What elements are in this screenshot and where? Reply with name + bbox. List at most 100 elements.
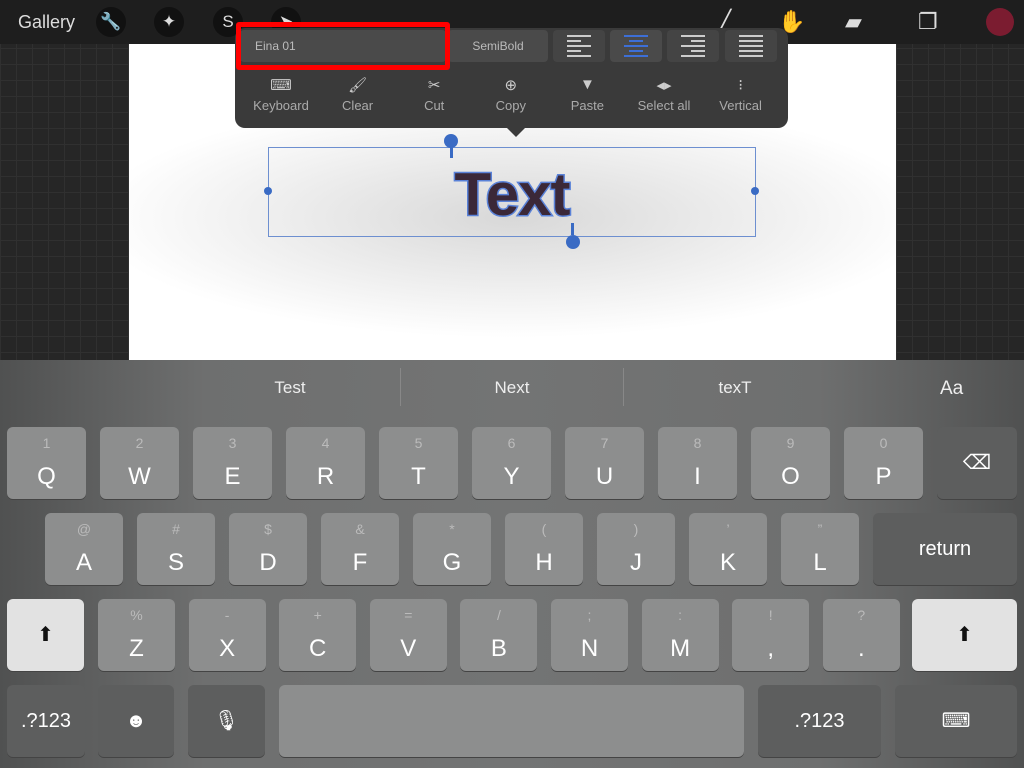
key-r[interactable]: 4R [286,427,365,499]
key-y[interactable]: 6Y [472,427,551,499]
action-label: Vertical [719,98,762,113]
numbers-label: .?123 [20,710,72,732]
key-primary: S [167,549,184,576]
selection-start-handle[interactable] [444,134,458,148]
numbers-key-left[interactable]: .?123 [7,685,85,757]
action-select-all-button[interactable]: ◂▸ Select all [626,76,702,113]
numbers-key-right[interactable]: .?123 [758,685,881,757]
hide-keyboard-key[interactable]: ⌨ [895,685,1017,757]
align-center-button[interactable] [610,30,662,62]
eraser-icon[interactable]: ▰ [845,8,862,36]
key-n[interactable]: ; N [551,599,628,671]
key-primary: J [630,549,642,576]
color-picker-button[interactable] [986,8,1014,36]
suggestion-3[interactable]: texT [624,378,846,398]
key-m[interactable]: :M [641,599,719,671]
key-c[interactable]: + C [279,599,357,671]
key-primary: H [535,549,553,576]
key-primary: . [857,635,865,662]
dictation-key[interactable]: 🎙 [188,685,265,757]
key-comma[interactable]: !, [732,599,810,671]
paste-icon: ▼ [579,76,595,93]
key-primary: Q [37,463,56,490]
align-left-button[interactable] [553,30,605,62]
key-primary: D [259,549,277,576]
key-period[interactable]: ?. [822,599,900,671]
emoji-icon: ☻ [125,710,147,732]
delete-key[interactable]: ⌫ [937,427,1017,499]
justify-button[interactable] [725,30,777,62]
key-primary: P [875,463,892,490]
shift-icon: ⬆ [37,624,54,646]
align-right-button[interactable] [667,30,719,62]
key-v[interactable]: = V [369,599,447,671]
font-weight-field[interactable]: SemiBold [448,30,548,62]
key-p[interactable]: 0P [844,427,923,499]
key-primary: B [490,635,507,662]
canvas-text[interactable]: Text [268,160,756,230]
highlight-box [236,22,450,70]
space-bar[interactable] [279,685,744,757]
gallery-button[interactable]: Gallery [18,12,75,33]
key-w[interactable]: 2W [100,427,179,499]
key-s[interactable]: # S [137,513,215,585]
shift-key-right[interactable]: ⬆ [912,599,1017,671]
numbers-label: .?123 [794,710,845,732]
key-b[interactable]: / B [460,599,538,671]
key-primary: F [352,549,368,576]
key-o[interactable]: 9O [751,427,830,499]
key-secondary: / [496,607,501,623]
action-paste-button[interactable]: ▼ Paste [549,76,625,113]
key-i[interactable]: 8I [658,427,737,499]
key-primary: L [813,549,827,576]
key-secondary: 2 [135,435,144,451]
key-secondary: ? [857,607,866,623]
action-keyboard-button[interactable]: ⌨ Keyboard [243,76,319,113]
selection-end-handle[interactable] [566,235,580,249]
key-primary: R [316,463,335,490]
emoji-key[interactable]: ☻ [98,685,174,757]
key-secondary: # [172,521,180,537]
key-z[interactable]: % Z [98,599,175,671]
keyboard-icon: ⌨ [270,77,292,94]
key-secondary: ) [633,521,639,537]
key-primary: V [400,635,417,662]
action-cut-button[interactable]: ✂ Cut [396,76,472,113]
key-secondary: 9 [786,435,795,451]
action-label: Copy [495,98,526,113]
key-t[interactable]: 5T [379,427,458,499]
magic-wand-icon[interactable]: ✦ [154,7,184,37]
key-g[interactable]: * G [413,513,491,585]
key-d[interactable]: $ D [229,513,307,585]
wrench-icon[interactable]: 🔧 [96,7,126,37]
key-secondary: & [355,521,365,537]
key-q[interactable]: 1Q [7,427,86,499]
layers-icon[interactable]: ❐ [918,8,938,36]
action-vertical-button[interactable]: ⁝ Vertical [703,76,779,113]
key-secondary: 0 [879,435,888,451]
action-clear-button[interactable]: 🖌 Clear [320,76,396,113]
action-copy-button[interactable]: ⊕ Copy [473,76,549,113]
key-primary: Y [503,463,520,490]
key-j[interactable]: ) J [597,513,675,585]
shift-key-left[interactable]: ⬆ [7,599,84,671]
suggestion-2[interactable]: Next [401,378,623,398]
key-primary: E [224,463,241,490]
suggestion-1[interactable]: Test [179,378,401,398]
key-e[interactable]: 3E [193,427,272,499]
action-label: Clear [342,98,374,113]
key-f[interactable]: & F [321,513,399,585]
key-u[interactable]: 7U [565,427,644,499]
return-key[interactable]: return [873,513,1017,585]
copy-icon: ⊕ [504,77,518,94]
key-a[interactable]: @ A [45,513,123,585]
key-h[interactable]: (H [505,513,583,585]
key-secondary: = [404,607,413,623]
key-primary: C [309,635,327,662]
key-primary: I [694,463,701,490]
format-button[interactable]: Aa [940,378,1024,400]
key-l[interactable]: ” L [781,513,859,585]
action-label: Select all [637,98,691,113]
key-x[interactable]: -X [188,599,266,671]
key-k[interactable]: ’ K [689,513,767,585]
